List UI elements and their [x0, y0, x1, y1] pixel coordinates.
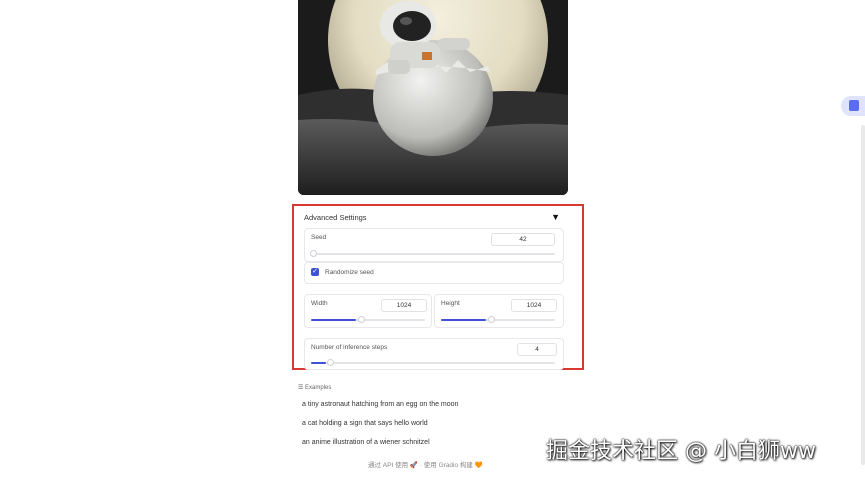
watermark-text: 掘金技术社区 @ 小白狮ww [546, 439, 816, 464]
example-item[interactable]: a tiny astronaut hatching from an egg on… [302, 401, 458, 408]
seed-input[interactable]: 42 [491, 233, 555, 246]
randomize-seed-checkbox[interactable]: ✓ [311, 268, 319, 276]
width-label: Width [311, 300, 328, 307]
advanced-settings-title: Advanced Settings [304, 213, 367, 222]
book-icon [849, 100, 859, 111]
seed-label: Seed [311, 234, 327, 241]
advanced-settings-panel: Advanced Settings ▼ Seed 42 ✓ Randomize … [292, 204, 584, 370]
inference-steps-slider[interactable] [311, 359, 555, 366]
astronaut-egg-picture [298, 0, 568, 195]
seed-block: Seed 42 [304, 228, 564, 262]
scrollbar[interactable] [861, 125, 865, 465]
example-item[interactable]: a cat holding a sign that says hello wor… [302, 420, 428, 427]
examples-header: ☰ Examples [298, 385, 332, 391]
result-image[interactable] [298, 0, 568, 195]
width-slider-handle[interactable] [358, 316, 365, 323]
seed-slider-handle[interactable] [310, 250, 317, 257]
height-slider[interactable] [441, 316, 555, 323]
inference-steps-slider-fill [311, 362, 326, 364]
inference-steps-slider-handle[interactable] [327, 359, 334, 366]
randomize-seed-row[interactable]: ✓ Randomize seed [304, 262, 564, 284]
width-slider-fill [311, 319, 356, 321]
side-panel-button[interactable] [841, 96, 865, 116]
collapse-toggle-icon[interactable]: ▼ [551, 212, 560, 222]
height-input[interactable]: 1024 [511, 299, 557, 312]
width-input[interactable]: 1024 [381, 299, 427, 312]
example-item[interactable]: an anime illustration of a wiener schnit… [302, 439, 430, 446]
seed-slider[interactable] [310, 250, 555, 257]
height-slider-fill [441, 319, 486, 321]
inference-steps-label: Number of inference steps [311, 344, 388, 351]
width-slider[interactable] [311, 316, 425, 323]
width-block: Width 1024 [304, 294, 432, 328]
height-slider-handle[interactable] [488, 316, 495, 323]
footer-links[interactable]: 通过 API 使用 🚀 · 使用 Gradio 构建 🧡 [368, 459, 483, 469]
inference-steps-input[interactable]: 4 [517, 343, 557, 356]
height-label: Height [441, 300, 460, 307]
randomize-seed-label: Randomize seed [325, 269, 374, 276]
height-block: Height 1024 [434, 294, 564, 328]
inference-steps-block: Number of inference steps 4 [304, 338, 564, 370]
advanced-settings-header[interactable]: Advanced Settings ▼ [304, 212, 572, 227]
